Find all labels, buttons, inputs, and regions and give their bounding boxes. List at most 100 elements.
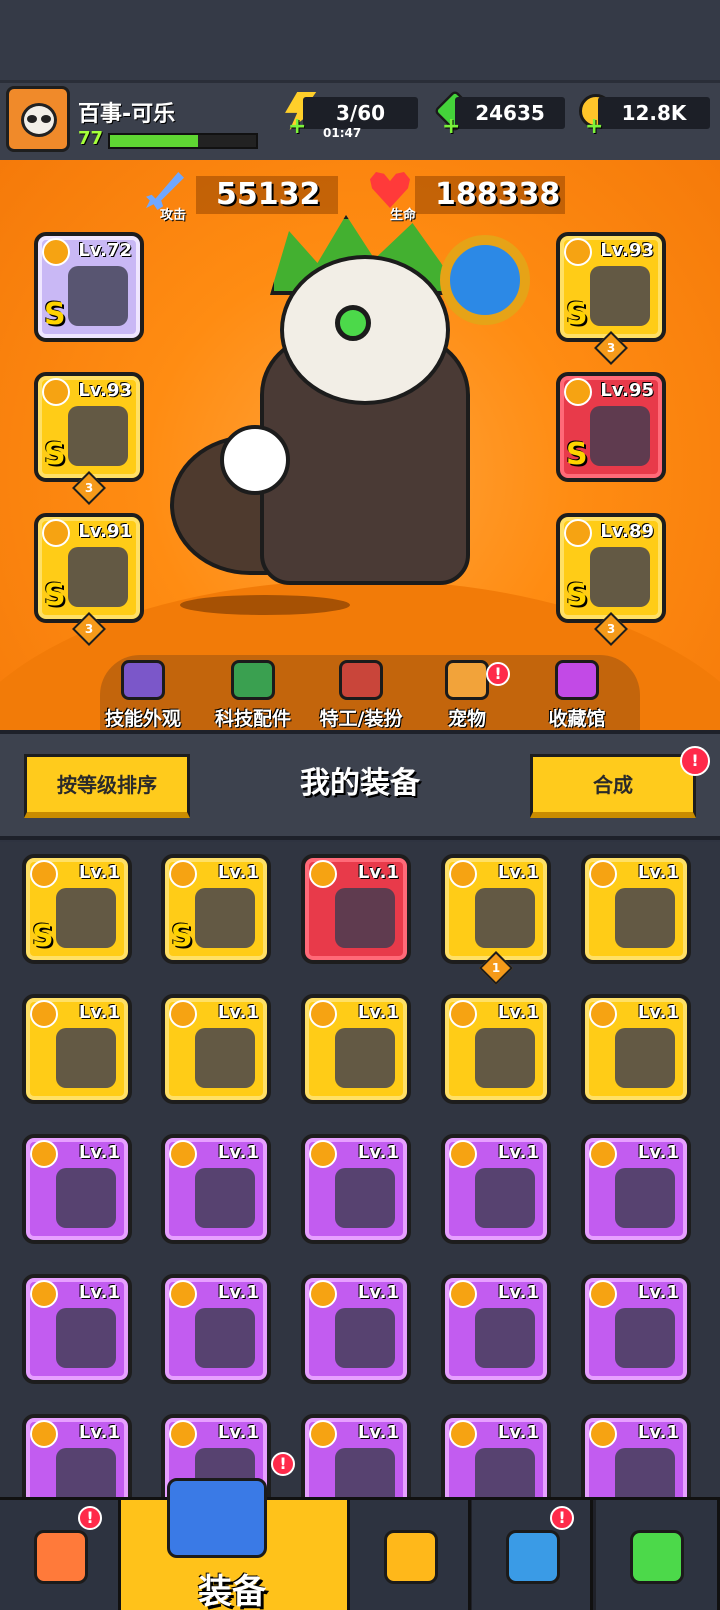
inventory-item[interactable]: Lv.1 S	[161, 854, 271, 964]
inventory-item[interactable]: Lv.1	[581, 1274, 691, 1384]
nav-hat[interactable]: 技能外观	[88, 660, 198, 731]
item-level: Lv.1	[637, 1422, 679, 1443]
inventory-item[interactable]: Lv.1	[441, 1134, 551, 1244]
gloves-icon	[615, 1028, 675, 1088]
item-level: Lv.1	[637, 862, 679, 883]
slot-type-icon	[42, 519, 70, 547]
tab-star-swords[interactable]	[350, 1500, 471, 1610]
energy-counter[interactable]: 3/60	[303, 97, 418, 129]
inventory-item[interactable]: Lv.1	[301, 1134, 411, 1244]
item-level: Lv.1	[357, 1142, 399, 1163]
sword-icon	[56, 1308, 116, 1368]
item-level: Lv.1	[497, 1002, 539, 1023]
add-coins-icon[interactable]: +	[585, 116, 603, 138]
xp-bar-fill	[110, 135, 198, 147]
inventory-item[interactable]: Lv.1	[441, 1274, 551, 1384]
planet-icon	[506, 1530, 560, 1584]
equipped-slot-belt[interactable]: Lv.95 S	[556, 372, 666, 482]
tab-equipment-label: 装备	[198, 1572, 266, 1610]
item-level: Lv.93	[78, 380, 132, 401]
necklace-icon	[475, 1448, 535, 1497]
equipped-slot-boots[interactable]: Lv.89 S	[556, 513, 666, 623]
slot-type-icon	[309, 1000, 337, 1028]
equipped-slot-necklace[interactable]: Lv.93 S	[34, 372, 144, 482]
player-level: 77	[78, 128, 104, 149]
nav-tech[interactable]: 科技配件	[198, 660, 308, 731]
equipment-icon	[167, 1478, 267, 1558]
inventory-item[interactable]: Lv.1	[22, 1274, 132, 1384]
equipped-slot-weapon[interactable]: Lv.72 S	[34, 232, 144, 342]
inventory-item[interactable]: Lv.1	[301, 994, 411, 1104]
slot-type-icon	[309, 860, 337, 888]
item-level: Lv.1	[217, 1002, 259, 1023]
inventory-item[interactable]: Lv.1 S	[22, 854, 132, 964]
fang-necklace-icon	[335, 1028, 395, 1088]
inventory-item[interactable]: Lv.1	[441, 854, 551, 964]
inventory-item[interactable]: Lv.1	[301, 854, 411, 964]
inventory-item[interactable]: Lv.1	[581, 854, 691, 964]
inventory-item[interactable]: Lv.1	[22, 1134, 132, 1244]
merge-button[interactable]: 合成	[530, 754, 696, 818]
inventory-item[interactable]: Lv.1	[161, 1274, 271, 1384]
sword-icon	[615, 888, 675, 948]
equipped-slot-gloves[interactable]: Lv.91 S	[34, 513, 144, 623]
hp-value: 188338	[415, 176, 565, 214]
gem-counter[interactable]: 24635	[455, 97, 565, 129]
item-level: Lv.1	[497, 862, 539, 883]
slot-type-icon	[449, 1280, 477, 1308]
belt-icon	[590, 406, 650, 466]
sword-icon	[195, 1308, 255, 1368]
slot-type-icon	[449, 1000, 477, 1028]
item-level: Lv.72	[78, 240, 132, 261]
inventory-item[interactable]: Lv.1	[581, 1414, 691, 1497]
nav-label: 宠物	[447, 708, 486, 730]
item-level: Lv.1	[217, 1422, 259, 1443]
nav-label: 收藏馆	[548, 708, 606, 730]
kunai-icon	[195, 1168, 255, 1228]
inventory-item[interactable]: Lv.1	[22, 1414, 132, 1497]
tab-shop[interactable]	[0, 1500, 121, 1610]
slot-type-icon	[564, 378, 592, 406]
player-avatar[interactable]	[6, 86, 70, 152]
slot-type-icon	[589, 1140, 617, 1168]
add-gems-icon[interactable]: +	[442, 116, 460, 138]
necklace-icon	[335, 1448, 395, 1497]
staff-gear-icon	[440, 235, 530, 325]
item-level: Lv.1	[497, 1142, 539, 1163]
hat-icon	[121, 660, 165, 700]
tab-planet[interactable]	[472, 1500, 593, 1610]
item-level: Lv.1	[357, 1282, 399, 1303]
item-level: Lv.1	[78, 1002, 120, 1023]
slot-type-icon	[169, 860, 197, 888]
inventory-item[interactable]: Lv.1	[581, 1134, 691, 1244]
inventory-item[interactable]: Lv.1	[441, 1414, 551, 1497]
add-energy-icon[interactable]: +	[288, 116, 306, 138]
nav-chest[interactable]: 收藏馆	[522, 660, 632, 731]
tab-dna[interactable]	[596, 1500, 720, 1610]
inventory-item[interactable]: Lv.1	[581, 994, 691, 1104]
equipped-slot-armor[interactable]: Lv.93 S	[556, 232, 666, 342]
hero-character[interactable]	[170, 215, 550, 635]
inventory-item[interactable]: Lv.1	[161, 994, 271, 1104]
item-level: Lv.91	[78, 521, 132, 542]
inventory-item[interactable]: Lv.1	[301, 1274, 411, 1384]
kunai-icon	[56, 1168, 116, 1228]
slot-type-icon	[169, 1000, 197, 1028]
coin-counter[interactable]: 12.8K	[598, 97, 710, 129]
tab-alert-badge: !	[78, 1506, 102, 1530]
slot-type-icon	[30, 1420, 58, 1448]
inventory-item[interactable]: Lv.1	[301, 1414, 411, 1497]
slot-type-icon	[169, 1140, 197, 1168]
inventory-item[interactable]: Lv.1	[441, 994, 551, 1104]
weapon-icon	[68, 266, 128, 326]
inventory-item[interactable]: Lv.1	[161, 1134, 271, 1244]
slot-type-icon	[589, 860, 617, 888]
slot-type-icon	[589, 1000, 617, 1028]
slot-type-icon	[309, 1280, 337, 1308]
tab-alert-badge: !	[271, 1452, 295, 1476]
star-count: 3	[84, 481, 94, 495]
nav-agent[interactable]: 特工/装扮	[306, 660, 416, 731]
item-level: Lv.1	[357, 1002, 399, 1023]
inventory-item[interactable]: Lv.1	[22, 994, 132, 1104]
rarity-label: S	[566, 297, 588, 332]
